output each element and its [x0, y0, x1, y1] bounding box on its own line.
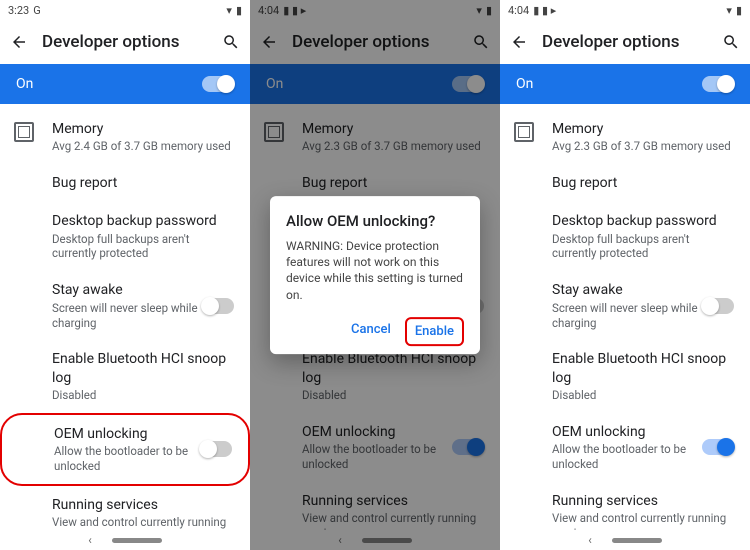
wifi-icon: ▾	[726, 4, 732, 17]
row-running[interactable]: Running servicesView and control current…	[0, 486, 250, 530]
row-bug-report[interactable]: Bug report	[0, 164, 250, 202]
status-time: 4:04	[508, 4, 529, 17]
search-icon[interactable]	[722, 33, 740, 51]
row-oem-unlocking[interactable]: OEM unlockingAllow the bootloader to be …	[500, 413, 750, 482]
row-memory[interactable]: MemoryAvg 2.3 GB of 3.7 GB memory used	[500, 110, 750, 164]
row-stay-awake[interactable]: Stay awakeScreen will never sleep while …	[0, 271, 250, 340]
row-hci[interactable]: Enable Bluetooth HCI snoop logDisabled	[500, 340, 750, 412]
dialog-body: WARNING: Device protection features will…	[286, 238, 464, 303]
search-icon[interactable]	[222, 33, 240, 51]
row-memory[interactable]: MemoryAvg 2.4 GB of 3.7 GB memory used	[0, 110, 250, 164]
oem-toggle[interactable]	[702, 439, 734, 455]
row-stay-awake[interactable]: Stay awakeScreen will never sleep while …	[500, 271, 750, 340]
g-icon: G	[33, 4, 41, 17]
oem-toggle[interactable]	[200, 441, 232, 457]
app-bar: Developer options	[0, 20, 250, 64]
battery-icon: ▮	[236, 4, 242, 17]
status-bar: 3:23 G ▾ ▮	[0, 0, 250, 20]
battery-icon: ▮	[736, 4, 742, 17]
master-toggle-label: On	[516, 76, 533, 92]
back-icon[interactable]	[10, 33, 28, 51]
settings-list[interactable]: MemoryAvg 2.3 GB of 3.7 GB memory used B…	[500, 104, 750, 530]
memory-chip-icon	[14, 122, 34, 142]
status-time: 3:23	[8, 4, 29, 17]
cancel-button[interactable]: Cancel	[343, 317, 399, 346]
nav-home-pill[interactable]	[612, 538, 662, 543]
master-toggle[interactable]	[702, 76, 734, 92]
nav-back-icon[interactable]: ‹	[588, 533, 592, 547]
status-icons: ▮ ▮ ▸	[533, 4, 556, 17]
master-toggle[interactable]	[202, 76, 234, 92]
dialog-title: Allow OEM unlocking?	[286, 212, 464, 230]
pane-dialog: 4:04▮ ▮ ▸ ▾▮ Developer options On Memory…	[250, 0, 500, 550]
settings-list[interactable]: MemoryAvg 2.4 GB of 3.7 GB memory used B…	[0, 104, 250, 530]
master-toggle-label: On	[16, 76, 33, 92]
master-toggle-bar[interactable]: On	[0, 64, 250, 104]
page-title: Developer options	[542, 32, 708, 52]
stay-awake-toggle[interactable]	[702, 298, 734, 314]
app-bar: Developer options	[500, 20, 750, 64]
dialog-actions: Cancel Enable	[286, 317, 464, 346]
row-oem-unlocking[interactable]: OEM unlockingAllow the bootloader to be …	[0, 413, 250, 486]
row-running[interactable]: Running servicesView and control current…	[500, 482, 750, 530]
oem-dialog: Allow OEM unlocking? WARNING: Device pro…	[270, 196, 480, 354]
row-backup[interactable]: Desktop backup passwordDesktop full back…	[0, 202, 250, 271]
nav-bar: ‹	[0, 530, 250, 550]
stay-awake-toggle[interactable]	[202, 298, 234, 314]
back-icon[interactable]	[510, 33, 528, 51]
nav-home-pill[interactable]	[112, 538, 162, 543]
pane-before: 3:23 G ▾ ▮ Developer options On MemoryAvg …	[0, 0, 250, 550]
pane-after: 4:04 ▮ ▮ ▸ ▾ ▮ Developer options On Memory…	[500, 0, 750, 550]
memory-chip-icon	[514, 122, 534, 142]
nav-bar: ‹	[500, 530, 750, 550]
nav-back-icon[interactable]: ‹	[88, 533, 92, 547]
row-hci[interactable]: Enable Bluetooth HCI snoop logDisabled	[0, 340, 250, 412]
wifi-icon: ▾	[226, 4, 232, 17]
row-backup[interactable]: Desktop backup passwordDesktop full back…	[500, 202, 750, 271]
enable-button[interactable]: Enable	[405, 317, 464, 346]
page-title: Developer options	[42, 32, 208, 52]
row-bug-report[interactable]: Bug report	[500, 164, 750, 202]
master-toggle-bar[interactable]: On	[500, 64, 750, 104]
status-bar: 4:04 ▮ ▮ ▸ ▾ ▮	[500, 0, 750, 20]
